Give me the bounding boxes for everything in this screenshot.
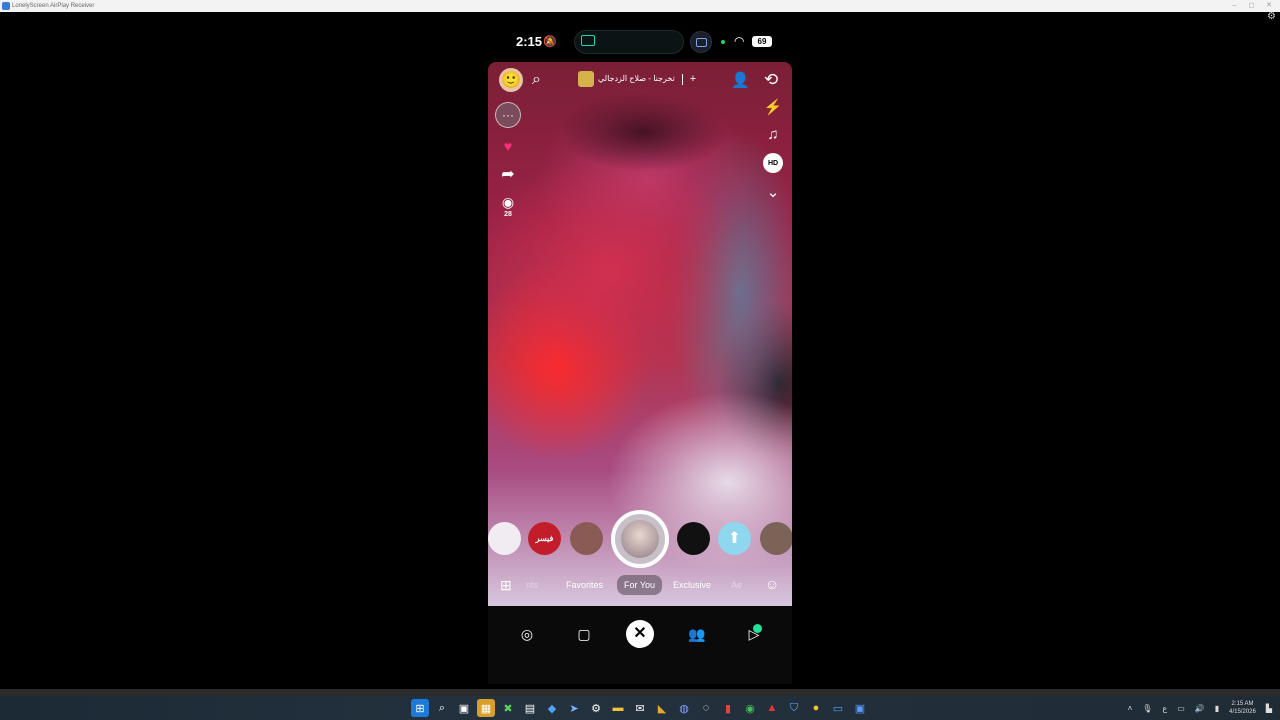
lens-item[interactable] — [488, 522, 521, 555]
system-tray: ˄ 🎙 ع ▭ 🔊 ▮ 2:15 AM 4/15/2026 ▙ — [1128, 698, 1272, 718]
camera-preview[interactable]: 🙂 ⌕ تخرجنا - صلاح الزدجالي + 👤 ⟲ ··· ♥ ➦… — [488, 62, 792, 606]
tab-exclusive[interactable]: Exclusive — [673, 578, 711, 592]
clock-date: 4/15/2026 — [1229, 709, 1256, 715]
airplay-indicator — [574, 30, 684, 54]
app-icon[interactable]: ✉ — [631, 699, 649, 717]
bitmoji-avatar[interactable]: 🙂 — [499, 68, 523, 92]
phone-status-bar: 2:15 🔕 ◠ 69 — [488, 28, 792, 56]
windows-taskbar: ⊞ ⌕ ▣ ▦ ✖ ▤ ◆ ➤ ⚙ ▬ ✉ ◣ ◍ ◌ ▮ ◉ ▲ ⛉ ● ▭ … — [0, 696, 1280, 720]
app-icon[interactable]: ⚙ — [587, 699, 605, 717]
airplay-icon — [581, 35, 595, 46]
lens-category-tabs: ⊞ nts Favorites For You Exclusive Ae ☺ — [488, 574, 792, 596]
lonelyscreen-icon[interactable]: ▣ — [851, 699, 869, 717]
battery-indicator: 69 — [752, 36, 772, 47]
steam-icon[interactable]: ➤ — [565, 699, 583, 717]
friends-icon[interactable]: 👥 — [687, 624, 707, 644]
volume-icon[interactable]: 🔊 — [1195, 704, 1205, 713]
lens-item[interactable] — [677, 522, 710, 555]
screen-mirror-icon — [690, 31, 712, 53]
task-view-icon[interactable]: ▣ — [455, 699, 473, 717]
settings-gear-icon[interactable]: ⚙ — [1267, 12, 1277, 22]
folder-icon[interactable]: ▬ — [609, 699, 627, 717]
taskbar-apps: ⊞ ⌕ ▣ ▦ ✖ ▤ ◆ ➤ ⚙ ▬ ✉ ◣ ◍ ◌ ▮ ◉ ▲ ⛉ ● ▭ … — [411, 699, 869, 717]
language-indicator[interactable]: ع — [1162, 704, 1167, 713]
app-icon[interactable]: ◆ — [543, 699, 561, 717]
chevron-down-icon[interactable]: ⌄ — [767, 183, 780, 201]
wifi-icon: ◠ — [734, 34, 745, 48]
bell-muted-icon: 🔕 — [543, 36, 557, 48]
add-friend-icon[interactable]: 👤 — [731, 71, 750, 89]
maximize-button[interactable]: ◻ — [1248, 0, 1254, 12]
upload-icon[interactable]: ⬆ — [718, 522, 751, 555]
selected-lens-thumbnail — [621, 520, 659, 558]
app-icon[interactable]: ● — [807, 699, 825, 717]
eye-icon[interactable]: ◉ — [502, 194, 514, 211]
xbox-icon[interactable]: ✖ — [499, 699, 517, 717]
app-icon[interactable]: ▤ — [521, 699, 539, 717]
lens-item[interactable]: فيسر ماهل — [528, 522, 561, 555]
more-options-icon[interactable]: ··· — [495, 102, 521, 128]
discord-icon[interactable]: ◍ — [675, 699, 693, 717]
app-icon[interactable]: ◣ — [653, 699, 671, 717]
sound-title: تخرجنا - صلاح الزدجالي — [598, 74, 675, 83]
flash-off-icon[interactable]: ⚡ — [764, 98, 783, 116]
view-count: 28 — [504, 211, 512, 218]
app-icon — [2, 2, 10, 10]
chevron-up-icon[interactable]: ˄ — [1128, 704, 1133, 713]
add-sound-icon[interactable]: + — [690, 70, 696, 88]
taskbar-clock[interactable]: 2:15 AM 4/15/2026 — [1229, 700, 1256, 716]
battery-icon[interactable]: ▮ — [1215, 704, 1219, 713]
search-icon[interactable]: ⌕ — [532, 72, 548, 88]
sound-pill[interactable]: تخرجنا - صلاح الزدجالي + — [578, 70, 702, 88]
app-icon[interactable]: ▭ — [829, 699, 847, 717]
tab-ae[interactable]: Ae — [731, 578, 742, 592]
close-lenses-button[interactable]: ✕ — [626, 620, 654, 648]
window-titlebar: LonelyScreen AirPlay Receiver – ◻ ✕ — [0, 0, 1280, 12]
divider — [681, 73, 683, 85]
hd-toggle-icon[interactable]: HD — [763, 153, 783, 173]
camera-active-dot — [721, 40, 725, 44]
chat-icon[interactable]: ▢ — [574, 624, 594, 644]
app-icon[interactable]: ▮ — [719, 699, 737, 717]
app-icon[interactable]: ◌ — [697, 699, 715, 717]
lens-carousel: فيسر ماهل ⬆ — [488, 510, 792, 568]
app-icon[interactable]: ▦ — [477, 699, 495, 717]
notification-badge — [753, 624, 762, 633]
music-note-icon[interactable]: ♫ — [767, 126, 778, 143]
sound-thumbnail — [578, 71, 594, 87]
flip-camera-icon[interactable]: ⟲ — [764, 70, 778, 90]
share-icon[interactable]: ➦ — [501, 164, 514, 184]
search-icon[interactable]: ⌕ — [433, 699, 451, 717]
tab-nts[interactable]: nts — [526, 578, 538, 592]
mic-icon[interactable]: 🎙 — [1142, 704, 1152, 713]
status-time: 2:15 — [516, 34, 543, 49]
heart-icon[interactable]: ♥ — [504, 138, 512, 154]
bottom-navigation: ◎ ▢ ✕ 👥 ▷ — [488, 606, 792, 684]
start-icon[interactable]: ⊞ — [411, 699, 429, 717]
lens-item[interactable] — [570, 522, 603, 555]
lens-item[interactable] — [760, 522, 792, 555]
network-icon[interactable]: ▭ — [1177, 704, 1185, 713]
capture-button[interactable] — [611, 510, 669, 568]
shield-icon[interactable]: ⛉ — [785, 699, 803, 717]
create-lens-icon[interactable]: ⊞ — [500, 577, 512, 594]
tab-favorites[interactable]: Favorites — [566, 578, 603, 592]
map-pin-icon[interactable]: ◎ — [517, 624, 537, 644]
minimize-button[interactable]: – — [1232, 0, 1236, 12]
clock-time: 2:15 AM — [1231, 701, 1254, 707]
horizontal-scrollbar[interactable] — [0, 689, 1280, 696]
window-title: LonelyScreen AirPlay Receiver — [12, 3, 95, 9]
notifications-icon[interactable]: ▙ — [1266, 704, 1272, 713]
camera-frame-shading — [558, 92, 728, 172]
left-actions: ··· ♥ ➦ ◉ 28 — [494, 102, 522, 218]
lens-explore-icon[interactable]: ☺ — [765, 576, 779, 592]
app-icon[interactable]: ▲ — [763, 699, 781, 717]
chrome-icon[interactable]: ◉ — [741, 699, 759, 717]
tab-for-you[interactable]: For You — [617, 575, 663, 595]
camera-tools: ⚡ ♫ HD ⌄ — [762, 98, 784, 201]
